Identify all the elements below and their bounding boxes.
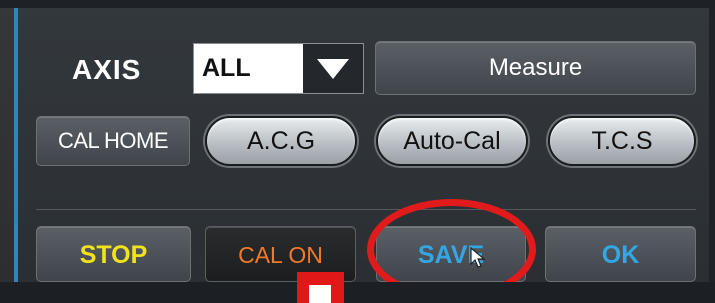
triangle-down-icon xyxy=(317,59,349,79)
marker-annotation xyxy=(297,272,344,303)
right-border xyxy=(709,8,715,303)
bottom-border xyxy=(0,282,715,303)
control-panel: AXIS ALL Measure CAL HOME A.C.G Auto-Cal… xyxy=(0,0,715,303)
axis-label: AXIS xyxy=(72,54,142,85)
auto-cal-button[interactable]: Auto-Cal xyxy=(376,116,528,166)
ok-button[interactable]: OK xyxy=(545,226,696,282)
dropdown-toggle[interactable] xyxy=(303,44,363,93)
left-accent-line xyxy=(14,8,18,303)
cal-home-button[interactable]: CAL HOME xyxy=(36,116,190,166)
stop-button[interactable]: STOP xyxy=(36,226,191,282)
section-divider xyxy=(36,209,696,210)
axis-selected-value: ALL xyxy=(202,54,251,82)
measure-button[interactable]: Measure xyxy=(375,41,696,95)
tcs-button[interactable]: T.C.S xyxy=(548,116,696,166)
acg-button[interactable]: A.C.G xyxy=(205,116,357,166)
marker-inner xyxy=(309,285,331,303)
top-border xyxy=(0,0,715,8)
axis-dropdown[interactable]: ALL xyxy=(193,43,364,94)
